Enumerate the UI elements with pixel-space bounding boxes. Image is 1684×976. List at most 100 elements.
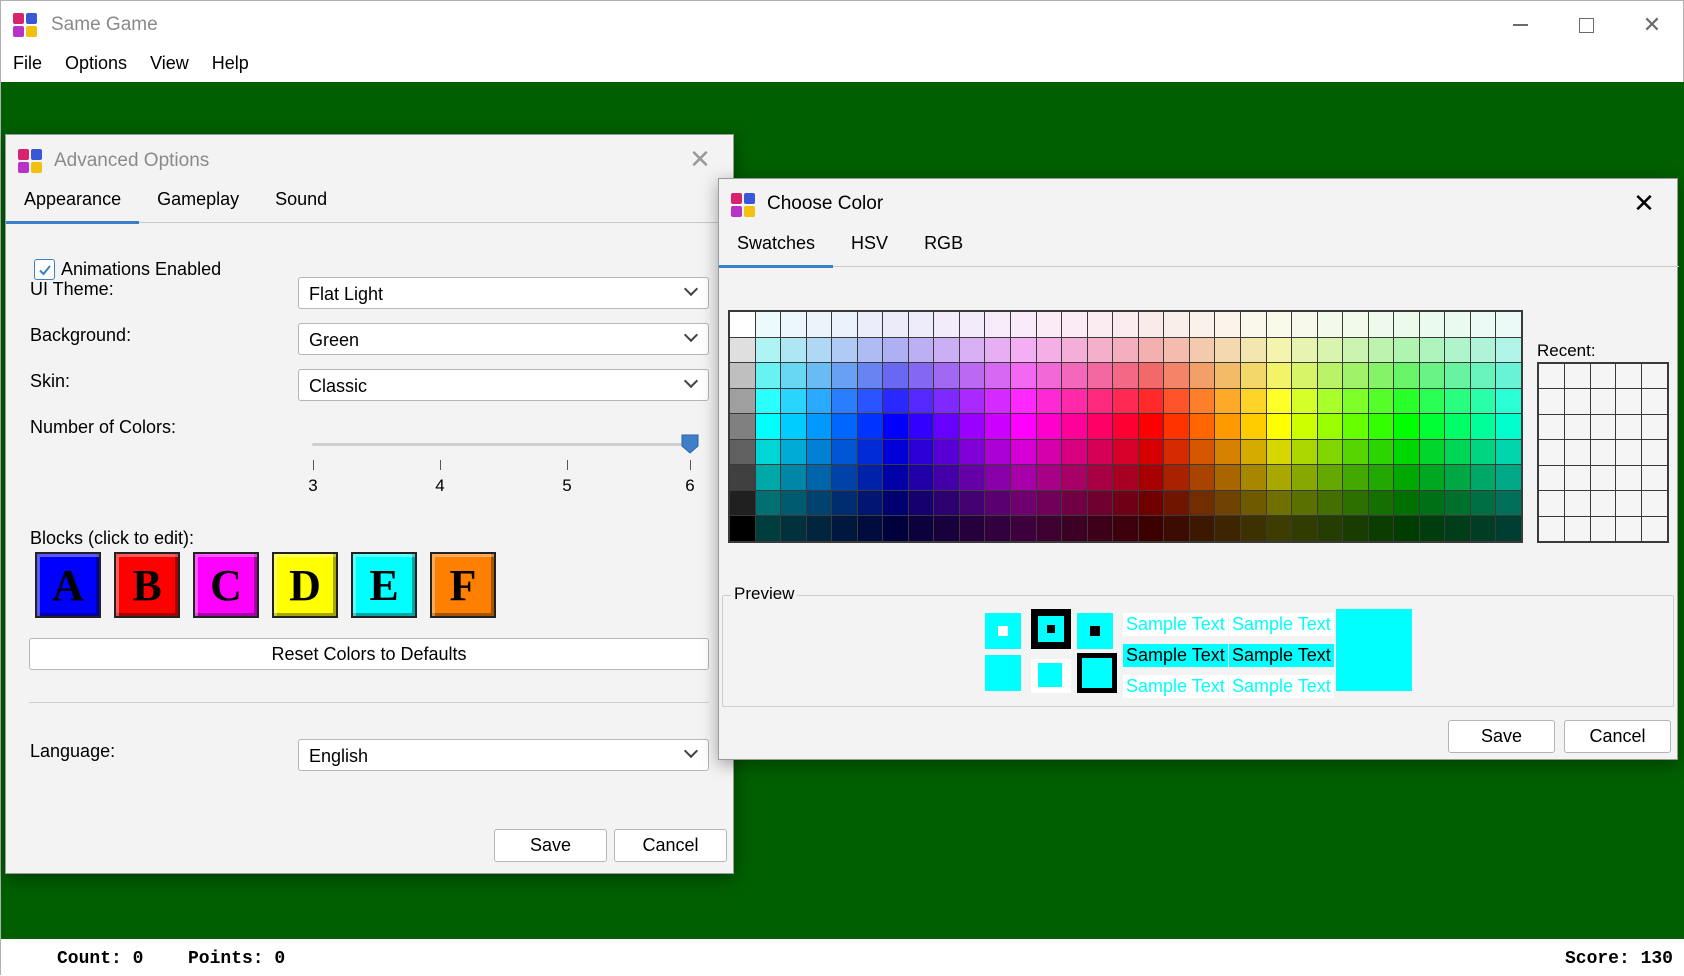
tab-gameplay[interactable]: Gameplay bbox=[139, 179, 257, 223]
color-swatch[interactable] bbox=[934, 490, 959, 516]
color-swatch[interactable] bbox=[1087, 337, 1113, 363]
color-swatch[interactable] bbox=[1240, 516, 1266, 541]
color-swatch[interactable] bbox=[934, 414, 959, 439]
recent-swatch[interactable] bbox=[1616, 465, 1642, 491]
color-swatch[interactable] bbox=[1343, 465, 1368, 490]
recent-swatch[interactable] bbox=[1564, 389, 1590, 414]
color-swatch[interactable] bbox=[1419, 337, 1445, 363]
menu-help[interactable]: Help bbox=[200, 49, 260, 81]
color-swatch[interactable] bbox=[1368, 465, 1394, 490]
menu-file[interactable]: File bbox=[1, 49, 53, 81]
color-swatch[interactable] bbox=[985, 337, 1011, 363]
color-swatch[interactable] bbox=[883, 312, 908, 337]
close-window-button[interactable]: ✕ bbox=[1619, 1, 1684, 49]
color-swatch[interactable] bbox=[755, 516, 781, 541]
color-swatch[interactable] bbox=[730, 414, 755, 439]
color-swatch[interactable] bbox=[1011, 439, 1036, 465]
color-swatch[interactable] bbox=[908, 388, 934, 414]
color-swatch[interactable] bbox=[781, 490, 806, 516]
color-swatch[interactable] bbox=[832, 516, 857, 541]
color-swatch[interactable] bbox=[857, 414, 883, 439]
recent-swatch[interactable] bbox=[1539, 516, 1564, 541]
color-swatch[interactable] bbox=[1087, 439, 1113, 465]
color-swatch[interactable] bbox=[1317, 414, 1343, 439]
color-swatch[interactable] bbox=[1036, 414, 1062, 439]
color-swatch[interactable] bbox=[1470, 312, 1496, 337]
minimize-button[interactable] bbox=[1487, 1, 1553, 49]
block-d-button[interactable]: D bbox=[272, 552, 338, 618]
color-swatch[interactable] bbox=[1036, 439, 1062, 465]
color-swatch[interactable] bbox=[1419, 490, 1445, 516]
color-swatch[interactable] bbox=[1062, 465, 1087, 490]
recent-swatch[interactable] bbox=[1590, 364, 1616, 389]
color-swatch[interactable] bbox=[1343, 388, 1368, 414]
color-swatch[interactable] bbox=[1470, 439, 1496, 465]
color-swatch[interactable] bbox=[883, 337, 908, 363]
reset-colors-button[interactable]: Reset Colors to Defaults bbox=[29, 638, 709, 670]
color-swatch[interactable] bbox=[1036, 337, 1062, 363]
color-swatch[interactable] bbox=[1317, 388, 1343, 414]
color-swatch[interactable] bbox=[1189, 516, 1215, 541]
color-swatch[interactable] bbox=[934, 363, 959, 388]
color-swatch[interactable] bbox=[1215, 312, 1240, 337]
color-swatch[interactable] bbox=[1266, 439, 1292, 465]
recent-swatch[interactable] bbox=[1590, 465, 1616, 491]
color-swatch[interactable] bbox=[1189, 337, 1215, 363]
color-swatch[interactable] bbox=[1062, 414, 1087, 439]
recent-swatch[interactable] bbox=[1616, 440, 1642, 465]
color-swatch[interactable] bbox=[1394, 490, 1419, 516]
language-dropdown[interactable]: English bbox=[298, 739, 709, 771]
color-swatch[interactable] bbox=[1266, 312, 1292, 337]
recent-swatch[interactable] bbox=[1616, 491, 1642, 516]
close-dialog-button[interactable]: ✕ bbox=[1626, 185, 1662, 221]
color-swatch[interactable] bbox=[1240, 312, 1266, 337]
color-swatch[interactable] bbox=[1266, 414, 1292, 439]
color-swatch[interactable] bbox=[1445, 490, 1470, 516]
block-b-button[interactable]: B bbox=[114, 552, 180, 618]
color-swatch[interactable] bbox=[959, 490, 985, 516]
color-swatch[interactable] bbox=[934, 337, 959, 363]
color-swatch[interactable] bbox=[908, 363, 934, 388]
color-swatch[interactable] bbox=[1240, 490, 1266, 516]
color-swatch[interactable] bbox=[1189, 312, 1215, 337]
color-swatch[interactable] bbox=[1036, 388, 1062, 414]
recent-swatch[interactable] bbox=[1564, 516, 1590, 541]
color-swatch[interactable] bbox=[1419, 414, 1445, 439]
color-swatch[interactable] bbox=[1317, 465, 1343, 490]
color-swatch[interactable] bbox=[985, 516, 1011, 541]
color-swatch[interactable] bbox=[883, 516, 908, 541]
color-swatch[interactable] bbox=[1011, 516, 1036, 541]
color-swatch[interactable] bbox=[781, 312, 806, 337]
color-swatch[interactable] bbox=[1266, 363, 1292, 388]
color-swatch[interactable] bbox=[1266, 388, 1292, 414]
color-swatch[interactable] bbox=[908, 465, 934, 490]
color-swatch[interactable] bbox=[806, 439, 832, 465]
color-swatch[interactable] bbox=[1240, 414, 1266, 439]
color-swatch[interactable] bbox=[857, 516, 883, 541]
color-swatch[interactable] bbox=[1419, 388, 1445, 414]
color-swatch[interactable] bbox=[1087, 414, 1113, 439]
color-swatch[interactable] bbox=[1419, 363, 1445, 388]
animations-checkbox[interactable] bbox=[34, 259, 55, 280]
num-colors-slider[interactable]: 3 4 5 6 bbox=[308, 424, 699, 495]
color-swatch[interactable] bbox=[1368, 439, 1394, 465]
color-swatch[interactable] bbox=[934, 439, 959, 465]
color-swatch[interactable] bbox=[883, 414, 908, 439]
color-swatch[interactable] bbox=[857, 337, 883, 363]
color-swatch[interactable] bbox=[1215, 337, 1240, 363]
color-swatch[interactable] bbox=[1496, 388, 1521, 414]
recent-swatch[interactable] bbox=[1539, 491, 1564, 516]
color-swatch[interactable] bbox=[857, 388, 883, 414]
color-swatch[interactable] bbox=[832, 490, 857, 516]
color-swatch[interactable] bbox=[730, 490, 755, 516]
color-swatch[interactable] bbox=[1496, 414, 1521, 439]
color-swatch[interactable] bbox=[1445, 312, 1470, 337]
color-swatch[interactable] bbox=[781, 337, 806, 363]
color-swatch[interactable] bbox=[883, 363, 908, 388]
color-swatch[interactable] bbox=[781, 414, 806, 439]
color-swatch[interactable] bbox=[1266, 465, 1292, 490]
color-swatch[interactable] bbox=[1062, 312, 1087, 337]
color-swatch[interactable] bbox=[883, 388, 908, 414]
color-swatch[interactable] bbox=[1240, 337, 1266, 363]
color-swatch[interactable] bbox=[1496, 516, 1521, 541]
